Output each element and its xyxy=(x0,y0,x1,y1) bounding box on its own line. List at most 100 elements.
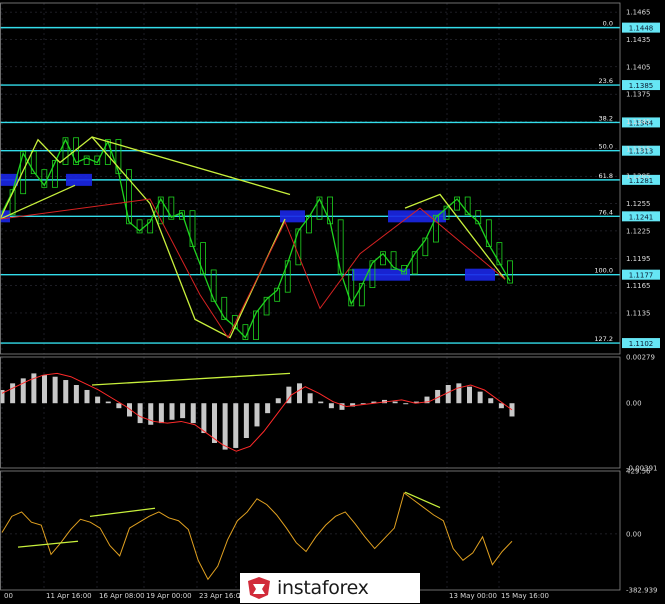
watermark-text: instaforex xyxy=(277,577,369,599)
price-tick-label: 1.1405 xyxy=(626,63,651,71)
candle xyxy=(358,283,365,307)
macd-bar xyxy=(456,383,462,404)
fib-level-label: 61.8 xyxy=(599,172,613,180)
price-tick-label: 1.1225 xyxy=(626,227,651,235)
fib-level-label: 50.0 xyxy=(599,143,613,151)
time-tick-label: 11 Apr 16:00 xyxy=(46,592,92,600)
chart-area: 0.01.144823.61.138538.21.134450.01.13136… xyxy=(0,2,660,600)
macd-bar xyxy=(105,401,111,404)
candle xyxy=(30,151,37,175)
fib-level-label: 76.4 xyxy=(599,208,613,216)
trend-line xyxy=(0,136,286,339)
fib-price-label: 1.1385 xyxy=(629,82,654,90)
macd-bar xyxy=(222,403,228,450)
time-tick-label: 16 Apr 08:00 xyxy=(99,592,145,600)
cci-tick-label: 429.56 xyxy=(626,468,651,476)
price-tick-label: 1.1315 xyxy=(626,145,651,153)
price-tick-label: 1.1285 xyxy=(626,173,651,181)
price-series xyxy=(1,137,513,340)
candle xyxy=(221,296,228,320)
macd-bar xyxy=(73,384,79,404)
cci-tick-label: 0.00 xyxy=(626,530,642,538)
price-tick-label: 1.1345 xyxy=(626,118,651,126)
macd-bar xyxy=(10,383,16,404)
panel-frames xyxy=(0,2,621,591)
fib-price-label: 1.1448 xyxy=(629,25,654,33)
macd-bar xyxy=(158,403,164,424)
panel-border xyxy=(0,2,621,355)
macd-bar xyxy=(169,403,175,420)
macd-bar xyxy=(243,403,249,439)
macd-bar xyxy=(190,403,196,424)
macd-bar xyxy=(307,393,313,404)
price-zone xyxy=(465,268,495,281)
price-tick-label: 1.1165 xyxy=(626,282,651,290)
price-tick-label: 1.1465 xyxy=(626,9,651,17)
macd-bar xyxy=(52,376,58,404)
macd-tick-label: 0.00 xyxy=(626,400,642,408)
time-tick-label: 19 Apr 00:00 xyxy=(146,592,192,600)
grid-lines xyxy=(0,3,620,590)
time-tick-label: 13 May 00:00 xyxy=(449,592,497,600)
fib-level-label: 23.6 xyxy=(599,77,613,85)
macd-bar xyxy=(297,383,302,404)
candle xyxy=(411,251,418,275)
macd-bar xyxy=(403,403,409,405)
macd-bar xyxy=(42,375,47,404)
macd-bar xyxy=(328,403,334,409)
fib-level-label: 100.0 xyxy=(594,267,613,275)
price-tick-label: 1.1135 xyxy=(626,309,651,317)
price-zone xyxy=(66,173,92,186)
candle xyxy=(284,260,291,293)
candle xyxy=(507,260,513,284)
candle xyxy=(485,219,492,247)
macd-bar xyxy=(84,389,90,404)
macd-bar xyxy=(265,403,271,414)
fibonacci-levels: 0.01.144823.61.138538.21.134450.01.13136… xyxy=(0,20,660,349)
candle xyxy=(327,196,333,225)
panel-border xyxy=(0,356,621,469)
price-tick-label: 1.1195 xyxy=(626,255,651,263)
instaforex-logo-icon xyxy=(248,577,270,599)
macd-bar xyxy=(318,401,324,404)
macd-bar xyxy=(116,403,122,409)
macd-tick-label: 0.00279 xyxy=(626,354,655,362)
macd-bar xyxy=(233,403,239,448)
macd-bar xyxy=(180,403,186,419)
trend-lines xyxy=(0,136,506,339)
macd-bar xyxy=(467,386,472,404)
macd-bar xyxy=(254,403,260,427)
candle xyxy=(496,242,503,266)
macd-bar xyxy=(201,403,207,434)
time-tick-label: 00 xyxy=(4,592,13,600)
candle xyxy=(83,155,90,165)
macd-divergence-line xyxy=(91,372,291,386)
fib-price-label: 1.1102 xyxy=(629,340,654,348)
macd-bar xyxy=(137,403,143,424)
price-axis-ticks: 1.1465 1.1435 1.1405 1.1375 1.1345 1.1315 1.12… xyxy=(626,9,657,595)
macd-bar xyxy=(445,384,451,404)
macd-bar xyxy=(477,391,483,404)
cci-divergence-line xyxy=(404,491,441,509)
macd-bar xyxy=(275,398,281,404)
candle xyxy=(52,160,58,188)
macd-bar xyxy=(95,396,101,404)
time-tick-label: 15 May 16:00 xyxy=(501,592,549,600)
fib-price-label: 1.1177 xyxy=(629,272,654,280)
fib-level-label: 38.2 xyxy=(599,114,613,122)
cci-panel xyxy=(0,491,620,581)
cci-divergence-line xyxy=(89,507,156,517)
macd-bar xyxy=(392,401,398,404)
price-tick-label: 1.1435 xyxy=(626,36,651,44)
candle xyxy=(253,310,259,340)
fib-level-label: 127.2 xyxy=(594,335,613,343)
price-tick-label: 1.1375 xyxy=(626,91,651,99)
support-resistance-zones xyxy=(0,173,495,281)
macd-bar xyxy=(63,380,69,404)
macd-panel xyxy=(0,372,515,452)
fib-level-label: 0.0 xyxy=(603,20,613,28)
instaforex-watermark: instaforex xyxy=(240,573,420,603)
fib-price-label: 1.1241 xyxy=(629,213,654,221)
price-tick-label: 1.1255 xyxy=(626,200,651,208)
macd-bar xyxy=(488,398,494,404)
